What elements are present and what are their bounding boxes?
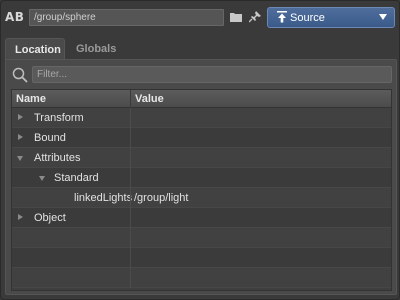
table-row: [12, 228, 391, 248]
row-name: linkedLights: [74, 192, 133, 204]
tab-globals[interactable]: Globals: [67, 38, 125, 60]
table-row[interactable]: Standard: [12, 168, 391, 188]
chevron-down-icon: [379, 14, 387, 20]
table-row[interactable]: linkedLights /group/light: [12, 188, 391, 208]
collapse-arrow-icon[interactable]: [17, 156, 23, 161]
attribute-editor-panel: AB /group/sphere Source Location Globals…: [0, 0, 400, 300]
collapse-arrow-icon[interactable]: [39, 176, 45, 181]
search-icon: [12, 67, 28, 83]
location-path-field[interactable]: /group/sphere: [29, 9, 224, 26]
column-header-value[interactable]: Value: [131, 90, 393, 108]
table-row[interactable]: Attributes: [12, 148, 391, 168]
column-header-name[interactable]: Name: [12, 90, 131, 108]
tab-location[interactable]: Location: [5, 38, 65, 60]
expand-arrow-icon[interactable]: [18, 214, 23, 220]
row-name: Standard: [54, 172, 99, 184]
row-name: Attributes: [34, 152, 81, 164]
table-header: Name Value: [12, 90, 391, 108]
source-dropdown[interactable]: Source: [267, 7, 395, 28]
table-row[interactable]: Bound: [12, 128, 391, 148]
tab-bar: Location Globals: [5, 38, 397, 60]
expand-arrow-icon[interactable]: [18, 114, 23, 120]
filter-input[interactable]: [32, 66, 392, 83]
app-logo: AB: [5, 10, 25, 24]
row-value: /group/light: [134, 192, 189, 204]
row-name: Object: [34, 212, 66, 224]
table-rows: Transform Bound Attributes Standard link…: [12, 108, 391, 288]
row-name: Transform: [34, 112, 84, 124]
table-row[interactable]: Object: [12, 208, 391, 228]
table-row: [12, 248, 391, 268]
pin-icon[interactable]: [248, 10, 262, 24]
expand-arrow-icon[interactable]: [18, 134, 23, 140]
attribute-table: Name Value Transform Bound Attributes St…: [11, 89, 392, 291]
table-row[interactable]: Transform: [12, 108, 391, 128]
row-name: Bound: [34, 132, 66, 144]
upload-arrow-icon: [276, 11, 288, 23]
source-label: Source: [290, 12, 325, 24]
table-row: [12, 268, 391, 288]
folder-icon[interactable]: [229, 10, 243, 24]
top-bar: AB /group/sphere Source: [1, 1, 400, 35]
location-tab-content: Name Value Transform Bound: [5, 59, 397, 295]
